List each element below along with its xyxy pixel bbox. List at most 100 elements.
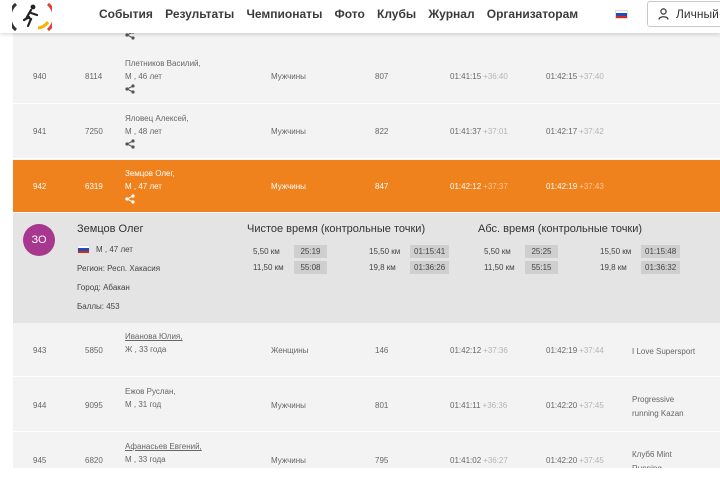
detail-region: Регион: Респ. Хакасия — [77, 264, 161, 273]
detail-city: Город: Абакан — [77, 283, 130, 292]
net-time: 01:41:37 +37:01 — [450, 127, 508, 136]
net-split: 19,8 км 01:36:26 — [369, 261, 450, 274]
nav-clubs[interactable]: Клубы — [377, 7, 416, 21]
language-flag-icon[interactable] — [615, 10, 628, 19]
avatar: ЗО — [23, 224, 55, 256]
nav-championships[interactable]: Чемпионаты — [246, 7, 322, 21]
net-time-value: 01:42:12 — [450, 346, 482, 355]
place: 942 — [33, 182, 47, 191]
nav-photo[interactable]: Фото — [335, 7, 365, 21]
net-time-value: 01:41:37 — [450, 127, 482, 136]
athlete-meta: М , 47 лет — [125, 182, 162, 191]
athlete-name[interactable]: Иванова Юлия, — [125, 330, 182, 343]
account-button[interactable]: Личный — [647, 1, 720, 27]
net-time: 01:41:15 +36:40 — [450, 72, 508, 81]
table-row[interactable]: 945 6820 Афанасьев Евгений, М , 33 года … — [13, 433, 720, 468]
table-row-selected[interactable]: 942 6319 Земцов Олег, М , 47 лет Мужчины… — [13, 160, 720, 213]
abs-split: 5,50 км 25:25 — [484, 245, 558, 258]
abs-time-gap: +37:44 — [579, 346, 604, 355]
bib-number: 8114 — [85, 72, 103, 81]
share-icon[interactable] — [125, 139, 135, 149]
nav-organizers[interactable]: Организаторам — [487, 7, 578, 21]
share-icon[interactable] — [125, 33, 135, 40]
place: 945 — [33, 456, 47, 465]
net-time: 01:42:12 +37:36 — [450, 346, 508, 355]
net-time-gap: +37:37 — [483, 182, 508, 191]
net-time-gap: +37:36 — [483, 346, 508, 355]
abs-split: 19,8 км 01:36:32 — [600, 261, 681, 274]
nav-events[interactable]: События — [99, 7, 153, 21]
net-time-gap: +36:40 — [483, 72, 508, 81]
net-split: 5,50 км 25:19 — [253, 245, 327, 258]
abs-split: 11,50 км 55:15 — [484, 261, 558, 274]
net-splits-title: Чистое время (контрольные точки) — [247, 223, 426, 235]
athlete-meta: М , 33 года — [125, 455, 166, 464]
athlete-cell: Ежов Руслан, М , 31 год — [125, 385, 176, 411]
table-row[interactable]: 940 8114 Плетников Василий, М , 46 лет М… — [13, 50, 720, 104]
results-page: События Результаты Чемпионаты Фото Клубы… — [0, 0, 720, 480]
abs-time-gap: +37:45 — [579, 401, 604, 410]
points: 801 — [375, 401, 389, 410]
abs-time-value: 01:42:17 — [546, 127, 578, 136]
abs-time-value: 01:42:15 — [546, 72, 578, 81]
bib-number: 6319 — [85, 182, 103, 191]
bib-number: 6820 — [85, 456, 103, 465]
share-icon[interactable] — [125, 194, 135, 204]
club[interactable]: Клуб6 Mint Running — [632, 448, 692, 468]
share-icon[interactable] — [125, 84, 135, 94]
split-time: 01:36:32 — [641, 261, 681, 274]
table-row[interactable]: 941 7250 Яловец Алексей, М , 48 лет Мужч… — [13, 105, 720, 159]
split-time: 25:19 — [294, 245, 327, 258]
table-row[interactable]: 944 9095 Ежов Руслан, М , 31 год Мужчины… — [13, 378, 720, 432]
abs-time: 01:42:19 +37:44 — [546, 346, 604, 355]
athlete-meta: М , 31 год — [125, 400, 162, 409]
split-distance: 15,50 км — [369, 247, 401, 256]
abs-splits-title: Абс. время (контрольные точки) — [478, 223, 643, 235]
split-distance: 5,50 км — [253, 247, 280, 256]
table-row[interactable]: 943 5850 Иванова Юлия, Ж , 33 года Женщи… — [13, 323, 720, 377]
site-logo[interactable] — [8, 0, 56, 33]
net-time-value: 01:42:12 — [450, 182, 482, 191]
net-time: 01:42:12 +37:37 — [450, 182, 508, 191]
category: Мужчины — [271, 72, 306, 81]
place: 940 — [33, 72, 47, 81]
abs-time-value: 01:42:19 — [546, 346, 578, 355]
main-nav: События Результаты Чемпионаты Фото Клубы… — [99, 7, 590, 21]
bib-number: 7250 — [85, 127, 103, 136]
athlete-cell: Земцов Олег, М , 47 лет — [125, 167, 175, 204]
split-time: 01:15:41 — [410, 245, 450, 258]
abs-time-value: 01:42:19 — [546, 182, 578, 191]
split-time: 25:25 — [525, 245, 558, 258]
athlete-name[interactable]: Плетников Василий, — [125, 57, 201, 70]
athlete-name[interactable]: Афанасьев Евгений, — [125, 440, 202, 453]
athlete-name[interactable]: Яловец Алексей, — [125, 112, 189, 125]
detail-score: Баллы: 453 — [77, 302, 120, 311]
category: Мужчины — [271, 401, 306, 410]
net-time-value: 01:41:15 — [450, 72, 482, 81]
detail-meta: М , 47 лет — [77, 245, 133, 254]
abs-time-gap: +37:43 — [579, 182, 604, 191]
net-time: 01:41:11 +36:36 — [450, 401, 507, 410]
split-time: 55:08 — [294, 261, 327, 274]
place: 941 — [33, 127, 47, 136]
athlete-cell: Афанасьев Евгений, М , 33 года — [125, 440, 202, 466]
athlete-meta: М , 48 лет — [125, 127, 162, 136]
abs-time-value: 01:42:20 — [546, 456, 578, 465]
net-time: 01:41:02 +36:27 — [450, 456, 508, 465]
split-distance: 5,50 км — [484, 247, 511, 256]
athlete-name[interactable]: Ежов Руслан, — [125, 385, 176, 398]
results-table: 940 8114 Плетников Василий, М , 46 лет М… — [13, 33, 720, 468]
athlete-cell: Плетников Василий, М , 46 лет — [125, 57, 201, 94]
bib-number: 9095 — [85, 401, 103, 410]
split-distance: 19,8 км — [600, 263, 627, 272]
nav-journal[interactable]: Журнал — [428, 7, 474, 21]
club[interactable]: Progressive running Kazan — [632, 393, 702, 421]
split-distance: 15,50 км — [600, 247, 632, 256]
nav-results[interactable]: Результаты — [165, 7, 234, 21]
net-time-value: 01:41:11 — [450, 401, 481, 410]
bib-number: 5850 — [85, 346, 103, 355]
abs-split: 15,50 км 01:15:48 — [600, 245, 681, 258]
athlete-name[interactable]: Земцов Олег, — [125, 167, 175, 180]
club[interactable]: I Love Supersport — [632, 345, 695, 359]
abs-time-gap: +37:40 — [579, 72, 604, 81]
